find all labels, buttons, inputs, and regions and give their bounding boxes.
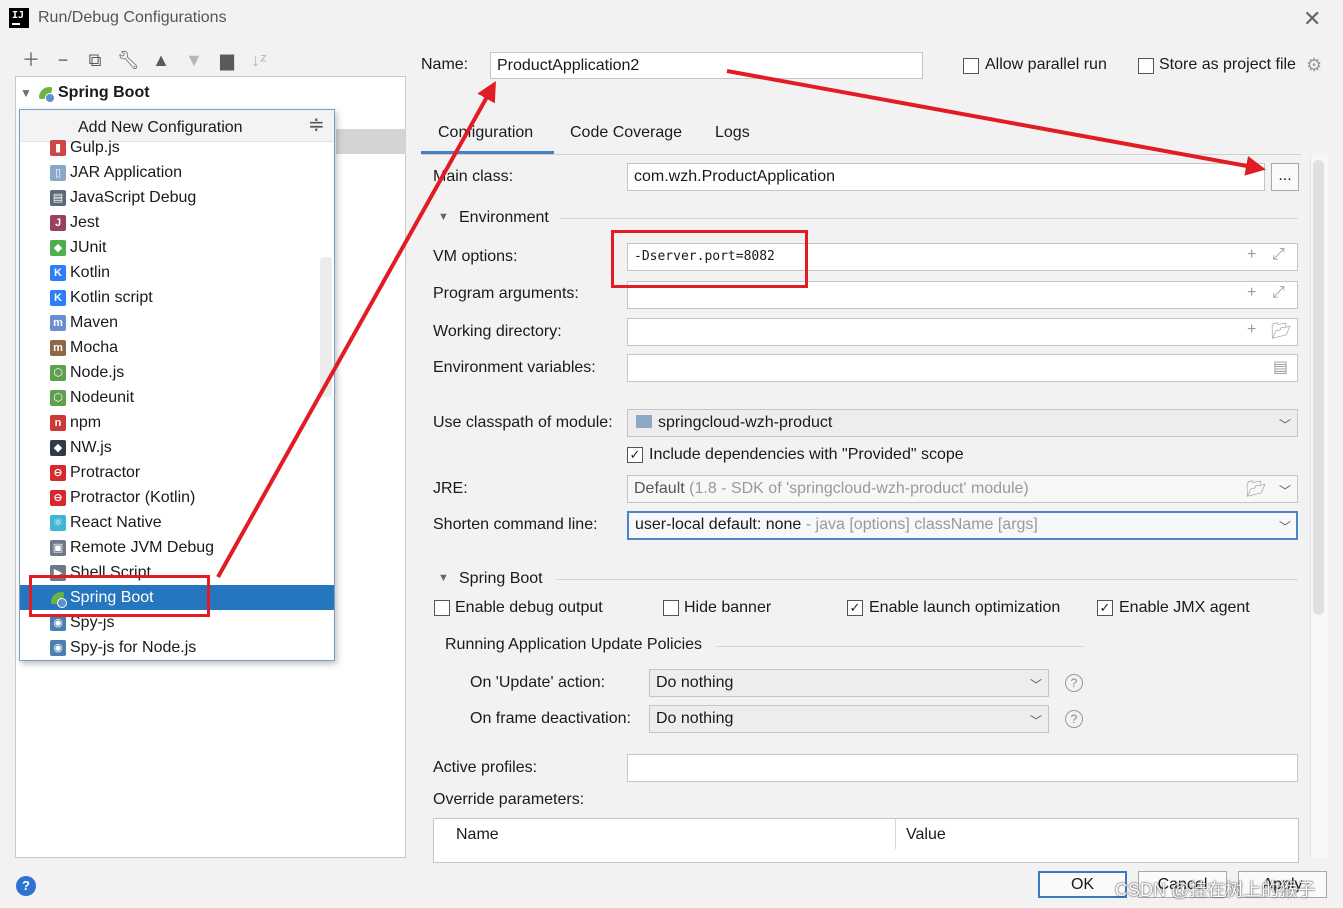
annotation-arrow-to-name: [216, 81, 496, 578]
annotation-arrows: [216, 69, 1266, 578]
annotation-arrow-to-main-class: [726, 69, 1266, 176]
